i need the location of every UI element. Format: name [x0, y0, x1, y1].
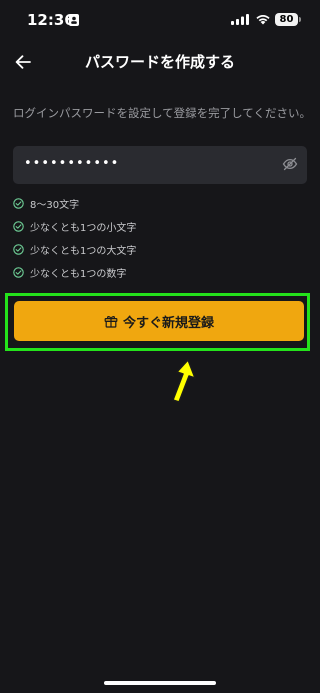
- battery-tip: [299, 17, 301, 22]
- signal-icon: [231, 14, 249, 25]
- eye-off-icon[interactable]: [282, 157, 298, 171]
- check-circle-icon: [13, 221, 24, 232]
- password-value: •••••••••••: [24, 156, 120, 171]
- requirement-label: 少なくとも1つの小文字: [30, 223, 137, 234]
- register-now-button[interactable]: 今すぐ新規登録: [14, 301, 304, 341]
- description-text: ログインパスワードを設定して登録を完了してください。: [13, 106, 311, 120]
- requirement-label: 少なくとも1つの大文字: [30, 246, 137, 257]
- check-circle-icon: [13, 198, 24, 209]
- requirement-label: 8〜30文字: [30, 200, 80, 211]
- battery-indicator: 80: [275, 13, 298, 26]
- password-requirements: 8〜30文字 少なくとも1つの小文字 少なくとも1つの大文字 少なくとも1つの数…: [13, 192, 303, 284]
- requirement-item: 少なくとも1つの大文字: [13, 238, 303, 261]
- check-circle-icon: [13, 267, 24, 278]
- requirement-item: 8〜30文字: [13, 192, 303, 215]
- requirement-item: 少なくとも1つの小文字: [13, 215, 303, 238]
- id-card-icon: [69, 14, 79, 26]
- home-indicator[interactable]: [104, 681, 216, 685]
- arrow-up-annotation-icon: [172, 359, 196, 403]
- status-time: 12:36: [27, 11, 75, 29]
- password-input[interactable]: •••••••••••: [13, 146, 307, 184]
- page-title: パスワードを作成する: [84, 53, 235, 71]
- requirement-item: 少なくとも1つの数字: [13, 261, 303, 284]
- check-circle-icon: [13, 244, 24, 255]
- gift-icon: [104, 315, 118, 328]
- register-now-label: 今すぐ新規登録: [122, 315, 214, 331]
- wifi-icon: [256, 15, 270, 25]
- status-bar: 12:36 80: [0, 0, 320, 40]
- requirement-label: 少なくとも1つの数字: [30, 269, 127, 280]
